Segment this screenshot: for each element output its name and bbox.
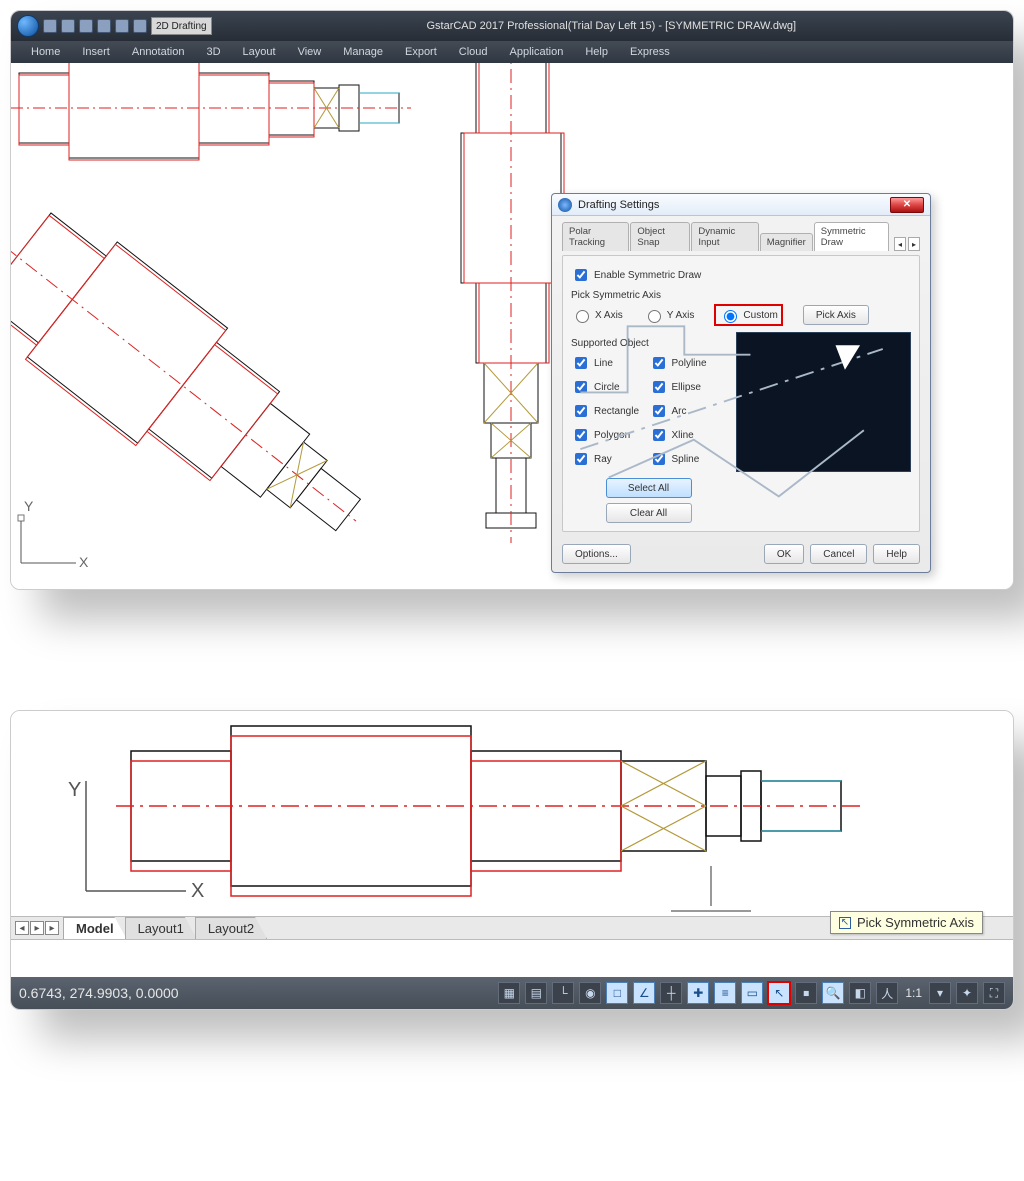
- polar-icon[interactable]: ◉: [579, 982, 601, 1004]
- magnifier-icon[interactable]: 🔍: [822, 982, 844, 1004]
- workspace-switch-icon[interactable]: ✦: [956, 982, 978, 1004]
- app-icon[interactable]: [17, 15, 39, 37]
- tab-next-icon[interactable]: ▸: [45, 921, 59, 935]
- menu-home[interactable]: Home: [31, 46, 60, 58]
- drawing-canvas[interactable]: Y X Drafting Settings ✕ Polar Tracking O…: [11, 63, 1013, 589]
- tab-prev-icon[interactable]: ▸: [30, 921, 44, 935]
- menu-manage[interactable]: Manage: [343, 46, 383, 58]
- menu-express[interactable]: Express: [630, 46, 670, 58]
- isodraft-icon[interactable]: 人: [876, 982, 898, 1004]
- transparency-icon[interactable]: ▭: [741, 982, 763, 1004]
- menu-insert[interactable]: Insert: [82, 46, 110, 58]
- qat-redo[interactable]: [115, 19, 129, 33]
- scale-dropdown-icon[interactable]: ▾: [929, 982, 951, 1004]
- drafting-settings-dialog: Drafting Settings ✕ Polar Tracking Objec…: [551, 193, 931, 573]
- menu-help[interactable]: Help: [585, 46, 608, 58]
- menu-layout[interactable]: Layout: [243, 46, 276, 58]
- workspace-selector[interactable]: 2D Drafting: [151, 17, 212, 35]
- preview-pane: [736, 332, 911, 472]
- menu-view[interactable]: View: [298, 46, 322, 58]
- screenshot-main: 2D Drafting GstarCAD 2017 Professional(T…: [10, 10, 1014, 590]
- grid-display-icon[interactable]: ▤: [525, 982, 547, 1004]
- menu-3d[interactable]: 3D: [206, 46, 220, 58]
- otrack-icon[interactable]: ∠: [633, 982, 655, 1004]
- svg-text:X: X: [191, 880, 204, 902]
- coordinates-readout: 0.6743, 274.9903, 0.0000: [19, 985, 199, 1001]
- lock-ui-icon[interactable]: ⏹: [795, 982, 817, 1004]
- pick-symmetric-axis-tooltip: ↖ Pick Symmetric Axis: [830, 911, 983, 934]
- osnap-icon[interactable]: □: [606, 982, 628, 1004]
- tab-first-icon[interactable]: ◂: [15, 921, 29, 935]
- qat-undo[interactable]: [97, 19, 111, 33]
- svg-text:Y: Y: [68, 779, 81, 801]
- lineweight-icon[interactable]: ≡: [714, 982, 736, 1004]
- ortho-icon[interactable]: └: [552, 982, 574, 1004]
- qat-open[interactable]: [61, 19, 75, 33]
- dynucs-icon[interactable]: ┼: [660, 982, 682, 1004]
- qat-save[interactable]: [79, 19, 93, 33]
- clean-screen-icon[interactable]: ⛶: [983, 982, 1005, 1004]
- grid-icon[interactable]: ▦: [498, 982, 520, 1004]
- titlebar: 2D Drafting GstarCAD 2017 Professional(T…: [11, 11, 1013, 41]
- menu-annotation[interactable]: Annotation: [132, 46, 185, 58]
- symmetric-draw-icon[interactable]: ↖: [768, 982, 790, 1004]
- selection-cycling-icon[interactable]: ◧: [849, 982, 871, 1004]
- tooltip-label: Pick Symmetric Axis: [857, 915, 974, 930]
- dyn-input-icon[interactable]: ✚: [687, 982, 709, 1004]
- tab-layout1[interactable]: Layout1: [125, 917, 197, 939]
- screenshot-statusbar: Y X ◂ ▸ ▸ Model Layout1 Layout2 ↖ Pick S…: [10, 710, 1014, 1010]
- menu-export[interactable]: Export: [405, 46, 437, 58]
- cursor-pick-icon: ↖: [839, 917, 851, 929]
- qat-print[interactable]: [133, 19, 147, 33]
- svg-text:Y: Y: [24, 498, 34, 514]
- statusbar: 0.6743, 274.9903, 0.0000 ▦ ▤ └ ◉ □ ∠ ┼ ✚…: [11, 977, 1013, 1009]
- annotation-scale[interactable]: 1:1: [903, 986, 924, 1000]
- menu-cloud[interactable]: Cloud: [459, 46, 488, 58]
- window-title: GstarCAD 2017 Professional(Trial Day Lef…: [216, 20, 1007, 32]
- qat-new[interactable]: [43, 19, 57, 33]
- tab-layout2[interactable]: Layout2: [195, 917, 267, 939]
- menu-application[interactable]: Application: [510, 46, 564, 58]
- drawing-canvas-2[interactable]: Y X: [11, 711, 1013, 916]
- tab-model[interactable]: Model: [63, 917, 127, 939]
- svg-text:X: X: [79, 554, 89, 570]
- menubar: Home Insert Annotation 3D Layout View Ma…: [11, 41, 1013, 63]
